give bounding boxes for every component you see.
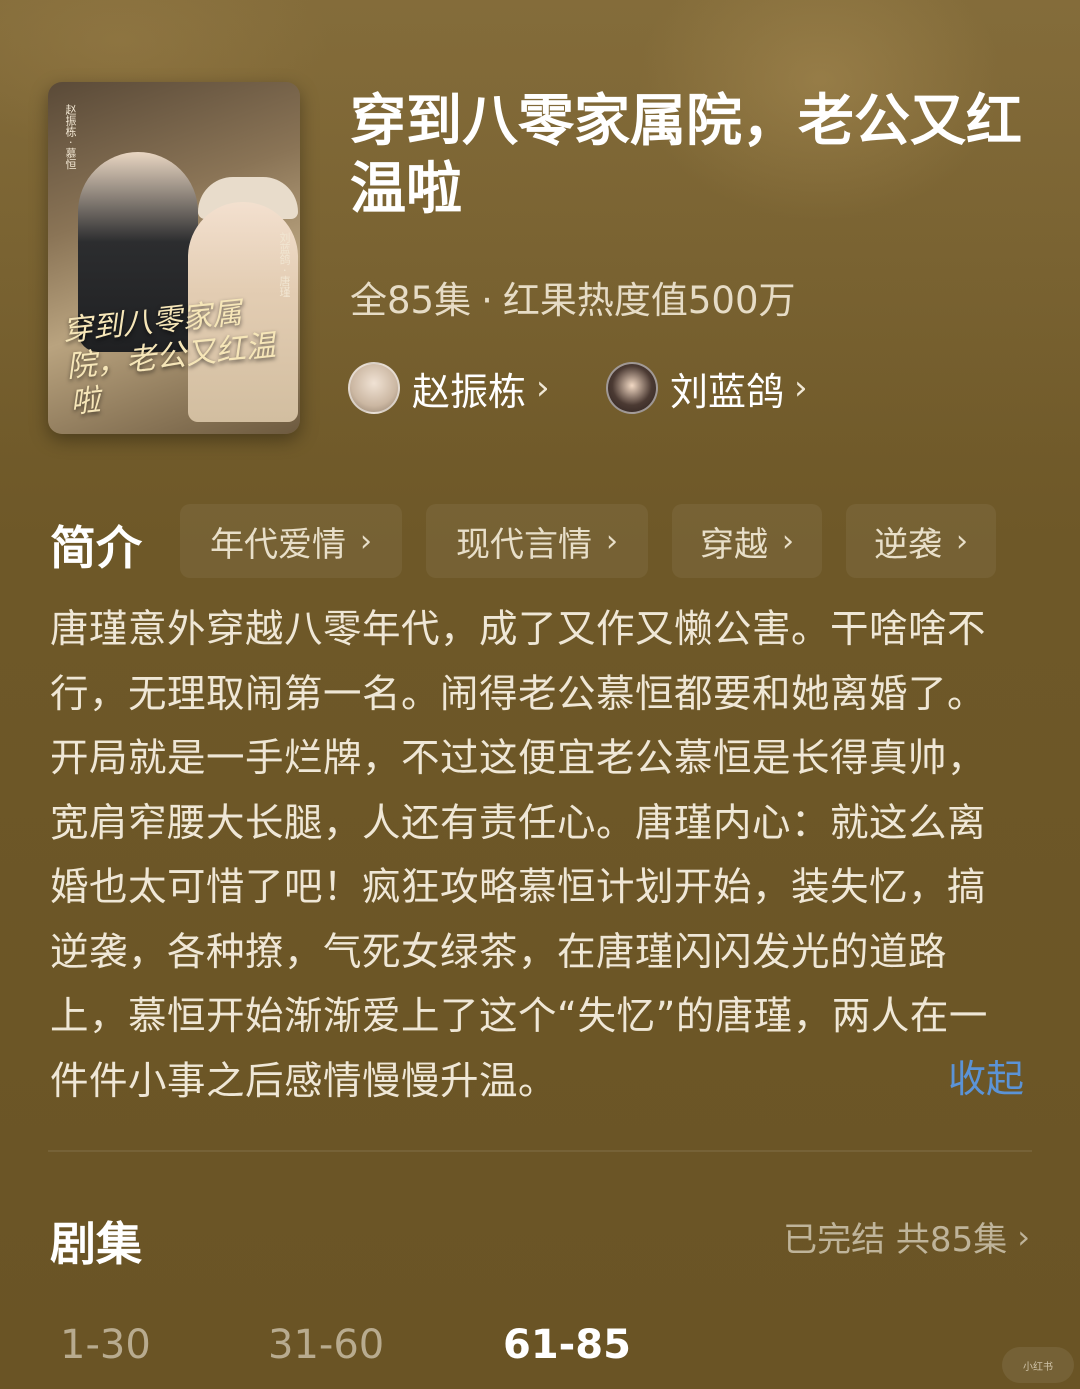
actor-link-1[interactable]: 赵振栋 › bbox=[348, 360, 550, 416]
episodes-total: 全85集 bbox=[350, 279, 472, 322]
episode-range-tab[interactable]: 1-30 bbox=[60, 1322, 151, 1368]
actor-link-2[interactable]: 刘蓝鸽 › bbox=[606, 360, 808, 416]
tag-chip[interactable]: 年代爱情 › bbox=[180, 504, 402, 578]
episode-range-tab[interactable]: 31-60 bbox=[268, 1322, 384, 1368]
poster-credits-left: 赵振栋 · 慕恒 bbox=[64, 104, 77, 170]
chevron-right-icon: › bbox=[782, 523, 794, 559]
tag-chip[interactable]: 现代言情 › bbox=[426, 504, 648, 578]
episodes-status-link[interactable]: 已完结 共85集 › bbox=[783, 1212, 1030, 1261]
meta-separator: · bbox=[481, 279, 493, 322]
avatar bbox=[348, 362, 400, 414]
chevron-right-icon: › bbox=[536, 368, 550, 408]
watermark-logo: 小红书 bbox=[1002, 1347, 1074, 1383]
avatar bbox=[606, 362, 658, 414]
tag-label: 现代言情 bbox=[456, 524, 592, 565]
actor-name: 赵振栋 bbox=[412, 369, 527, 414]
tag-chip[interactable]: 逆袭 › bbox=[846, 504, 996, 578]
episodes-heading: 剧集 bbox=[50, 1217, 142, 1271]
heat-value: 红果热度值500万 bbox=[502, 279, 796, 322]
chevron-right-icon: › bbox=[1017, 1217, 1030, 1256]
chevron-right-icon: › bbox=[956, 523, 968, 559]
poster-credits-right: 刘蓝鸽 · 唐瑾 bbox=[278, 232, 291, 298]
show-meta: 全85集 · 红果热度值500万 bbox=[350, 270, 795, 324]
poster-image[interactable]: 赵振栋 · 慕恒 刘蓝鸽 · 唐瑾 穿到八零家属院，老公又红温啦 bbox=[48, 82, 300, 434]
tag-label: 年代爱情 bbox=[210, 524, 346, 565]
intro-heading: 简介 bbox=[50, 521, 142, 575]
collapse-button[interactable]: 收起 bbox=[948, 1048, 1024, 1103]
chevron-right-icon: › bbox=[794, 368, 808, 408]
tag-label: 逆袭 bbox=[874, 524, 942, 565]
actor-name: 刘蓝鸽 bbox=[670, 369, 785, 414]
episode-range-tab-selected[interactable]: 61-85 bbox=[503, 1322, 631, 1368]
show-title: 穿到八零家属院，老公又红温啦 bbox=[350, 89, 1022, 222]
chevron-right-icon: › bbox=[360, 523, 372, 559]
episodes-status: 已完结 共85集 bbox=[783, 1220, 1008, 1260]
section-divider bbox=[48, 1150, 1032, 1152]
chevron-right-icon: › bbox=[606, 523, 618, 559]
tag-label: 穿越 bbox=[700, 524, 768, 565]
synopsis-text: 唐瑾意外穿越八零年代，成了又作又懒公害。干啥啥不行，无理取闹第一名。闹得老公慕恒… bbox=[50, 607, 988, 1104]
tag-chip[interactable]: 穿越 › bbox=[672, 504, 822, 578]
